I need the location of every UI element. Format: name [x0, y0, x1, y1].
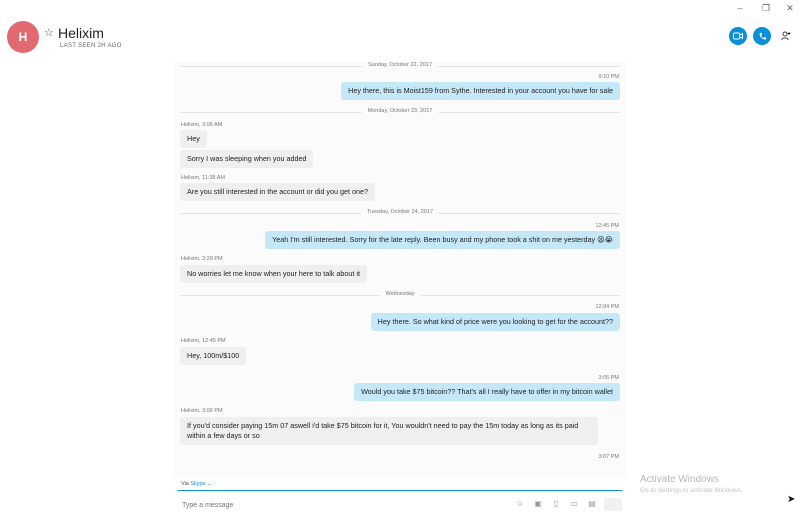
sender-label: Helixim, 11:38 AM: [181, 175, 225, 181]
conversation-header: H ☆ Helixim LAST SEEN 2H AGO: [0, 16, 800, 64]
outgoing-message[interactable]: Yeah I'm still interested. Sorry for the…: [265, 231, 620, 249]
chevron-down-icon: ⌄: [207, 481, 212, 487]
date-label: Monday, October 23, 2017: [361, 108, 439, 114]
contact-name[interactable]: Helixim: [58, 25, 104, 41]
last-seen-status: LAST SEEN 2H AGO: [60, 43, 122, 49]
file-icon[interactable]: ▯: [551, 499, 561, 509]
compose-divider: [178, 490, 622, 491]
service-name[interactable]: Skype: [190, 481, 205, 487]
via-service-selector[interactable]: Via Skype ⌄: [181, 481, 212, 487]
message-time: 3:05 PM: [598, 375, 619, 381]
send-button[interactable]: [604, 498, 622, 511]
date-separator: Wednesday: [180, 291, 620, 299]
video-call-button[interactable]: [729, 27, 747, 45]
add-person-icon: [781, 31, 791, 41]
outgoing-message[interactable]: Hey there, this is Moist159 from Sythe. …: [341, 82, 620, 100]
outgoing-message[interactable]: Hey there. So what kind of price were yo…: [370, 313, 620, 331]
message-input[interactable]: [176, 498, 496, 512]
message-list[interactable]: Sunday, October 22, 2017 9:10 PM Hey the…: [174, 62, 626, 478]
sender-label: Helixim, 12:45 PM: [181, 338, 226, 344]
video-camera-icon: [733, 32, 743, 40]
incoming-message[interactable]: Hey: [180, 130, 207, 148]
image-icon[interactable]: ▣: [533, 499, 543, 509]
contact-card-icon[interactable]: ▭: [569, 499, 579, 509]
star-icon[interactable]: ☆: [44, 26, 54, 39]
message-time: 9:10 PM: [598, 74, 619, 80]
add-participant-button[interactable]: [777, 27, 795, 45]
incoming-message[interactable]: No worries let me know when your here to…: [180, 265, 367, 283]
title-bar: – ❐ ✕: [0, 0, 800, 16]
activation-watermark-subtitle: Go to Settings to activate Windows.: [640, 487, 743, 494]
incoming-message[interactable]: If you'd consider paying 15m 07 aswell i…: [180, 417, 598, 445]
date-separator: Sunday, October 22, 2017: [180, 62, 620, 70]
minimize-button[interactable]: –: [734, 2, 746, 14]
close-button[interactable]: ✕: [784, 2, 796, 14]
maximize-button[interactable]: ❐: [760, 2, 772, 14]
emoji-icon[interactable]: ☺: [515, 499, 525, 509]
date-label: Sunday, October 22, 2017: [362, 62, 438, 68]
date-label: Wednesday: [379, 291, 421, 297]
phone-icon: [759, 32, 766, 39]
sender-label: Helixim, 3:06 AM: [181, 122, 223, 128]
via-label: Via: [181, 481, 189, 487]
incoming-message[interactable]: Hey, 100m/$100: [180, 347, 247, 365]
incoming-message[interactable]: Sorry I was sleeping when you added: [180, 150, 314, 168]
sender-label: Helixim, 3:06 PM: [181, 408, 223, 414]
date-separator: Monday, October 23, 2017: [180, 108, 620, 116]
message-time: 12:04 PM: [595, 304, 619, 310]
outgoing-message[interactable]: Would you take $75 bitcoin?? That's all …: [354, 383, 620, 401]
more-options-icon[interactable]: ▤: [587, 499, 597, 509]
mouse-cursor-icon: ➤: [787, 494, 796, 505]
activation-watermark-title: Activate Windows: [640, 474, 719, 485]
message-time: 12:45 PM: [595, 223, 619, 229]
incoming-message[interactable]: Are you still interested in the account …: [180, 183, 375, 201]
avatar[interactable]: H: [7, 21, 39, 53]
message-time: 3:07 PM: [598, 454, 619, 460]
date-separator: Tuesday, October 24, 2017: [180, 209, 620, 217]
audio-call-button[interactable]: [753, 27, 771, 45]
sender-label: Helixim, 3:28 PM: [181, 256, 223, 262]
date-label: Tuesday, October 24, 2017: [360, 209, 440, 215]
